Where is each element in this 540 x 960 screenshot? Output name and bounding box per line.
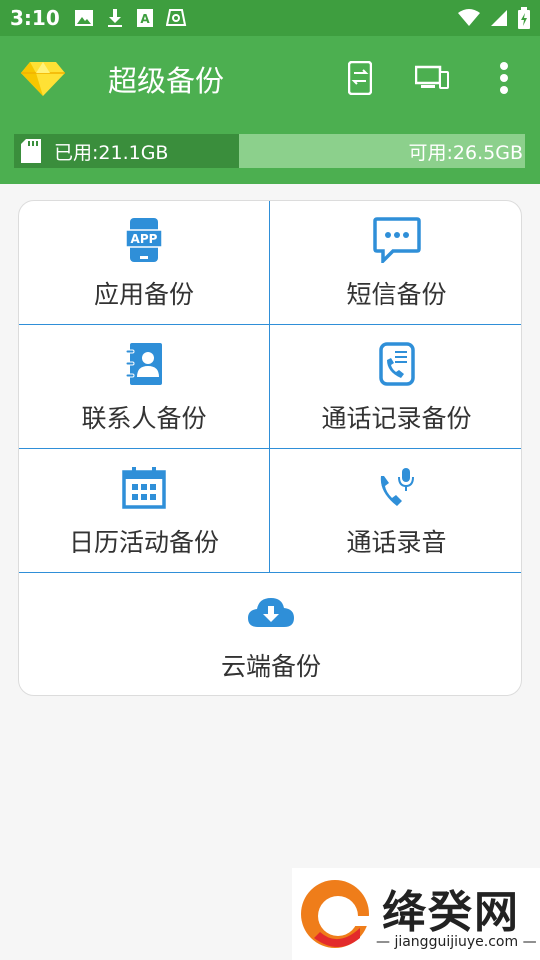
storage-free: 可用:26.5GB <box>238 134 525 168</box>
svg-text:A: A <box>140 12 150 26</box>
watermark: 绛癸网 — jiangguijiuye.com — <box>292 868 540 960</box>
call-log-backup-item[interactable]: 通话记录备份 <box>270 325 521 448</box>
app-backup-label: 应用备份 <box>93 280 194 309</box>
signal-icon <box>491 10 507 26</box>
message-icon <box>372 217 421 263</box>
call-recording-label: 通话录音 <box>346 528 447 557</box>
svg-text:APP: APP <box>131 232 158 246</box>
sync-icon <box>165 9 186 26</box>
cloud-backup-item[interactable]: 云端备份 <box>19 573 521 695</box>
watermark-url: — jiangguijiuye.com — <box>376 934 537 950</box>
cloud-download-icon <box>248 598 294 627</box>
watermark-logo <box>301 880 372 948</box>
app-icon: APP <box>126 218 162 262</box>
phone-transfer-icon <box>348 61 372 95</box>
phone-transfer-button[interactable] <box>340 58 380 98</box>
storage-used: 已用:21.1GB <box>14 134 239 168</box>
app-title: 超级备份 <box>108 64 225 98</box>
call-recording-item[interactable]: 通话录音 <box>270 449 521 572</box>
devices-icon <box>415 65 449 89</box>
watermark-text: 绛癸网 <box>382 887 520 938</box>
a-box-icon: A <box>136 9 153 27</box>
storage-free-label: 可用:26.5GB <box>408 141 523 164</box>
more-vert-icon <box>500 62 508 94</box>
app-backup-item[interactable]: APP 应用备份 <box>19 201 269 324</box>
devices-button[interactable] <box>412 58 452 98</box>
sd-card-icon <box>21 139 41 163</box>
sms-backup-label: 短信备份 <box>346 280 447 309</box>
backup-menu-card: APP 应用备份 短信备份 联系人备份 通话记录备份 日历活动备份 通话录音 云… <box>18 200 522 696</box>
image-icon <box>74 10 93 26</box>
app-bar: 超级备份 已用:21.1GB 可用:26.5GB <box>0 36 540 184</box>
battery-icon <box>518 7 530 29</box>
calendar-backup-label: 日历活动备份 <box>68 528 219 557</box>
wifi-icon <box>458 9 480 26</box>
calendar-icon <box>122 467 166 509</box>
diamond-icon <box>21 62 65 96</box>
call-log-backup-label: 通话记录备份 <box>321 404 472 433</box>
status-time: 3:10 <box>10 6 60 30</box>
call-log-icon <box>378 342 415 386</box>
storage-bar: 已用:21.1GB 可用:26.5GB <box>14 134 525 168</box>
storage-used-label: 已用:21.1GB <box>54 141 169 164</box>
contacts-book-icon <box>125 343 162 385</box>
download-icon <box>107 9 122 27</box>
calendar-backup-item[interactable]: 日历活动备份 <box>19 449 269 572</box>
cloud-backup-label: 云端备份 <box>220 652 321 681</box>
sms-backup-item[interactable]: 短信备份 <box>270 201 521 324</box>
more-options-button[interactable] <box>484 58 524 98</box>
phone-mic-icon <box>380 468 414 506</box>
contacts-backup-item[interactable]: 联系人备份 <box>19 325 269 448</box>
contacts-backup-label: 联系人备份 <box>81 404 207 433</box>
status-bar: 3:10 A <box>0 0 540 36</box>
